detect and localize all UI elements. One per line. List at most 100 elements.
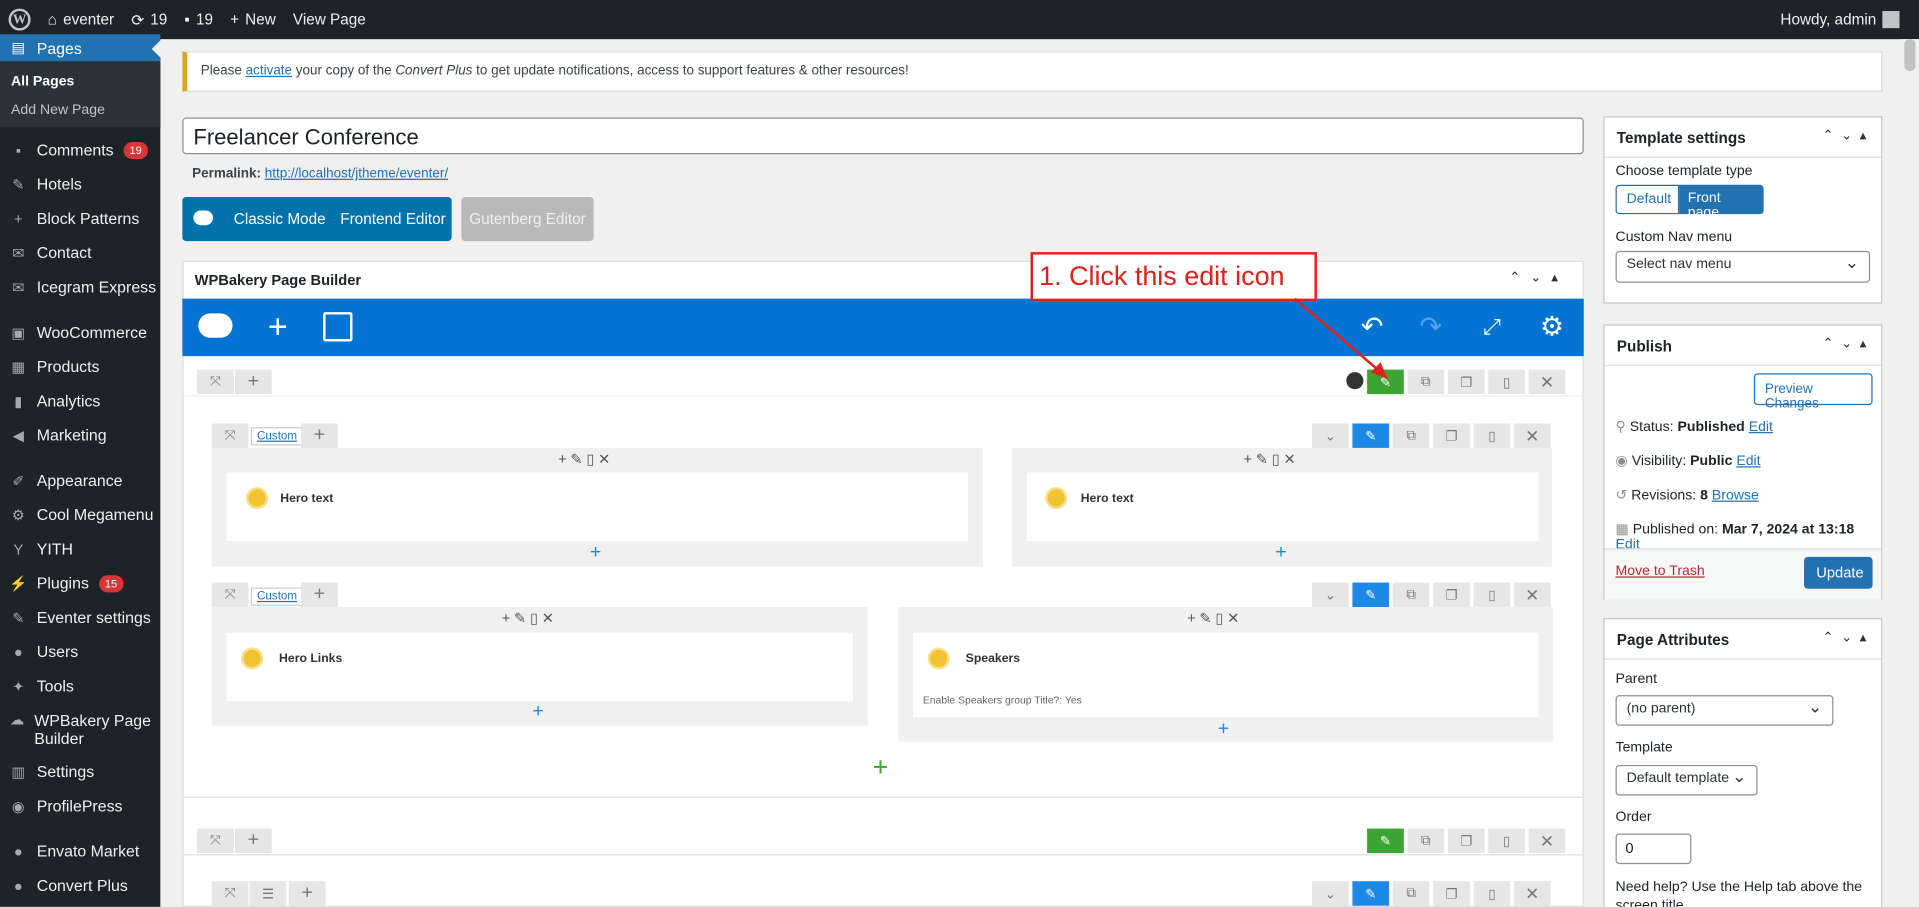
gutenberg-editor-button[interactable]: Gutenberg Editor bbox=[461, 197, 594, 242]
row-toggle-icon[interactable]: ⌄ bbox=[1312, 582, 1349, 608]
row-move-icon[interactable]: ⤧ bbox=[211, 423, 249, 448]
section-add-icon[interactable]: + bbox=[234, 828, 272, 854]
row-delete-icon[interactable]: ✕ bbox=[1513, 582, 1551, 608]
new-content-link[interactable]: + New bbox=[222, 0, 285, 39]
row-paste-icon[interactable]: ▯ bbox=[1473, 423, 1511, 448]
submenu-all-pages[interactable]: All Pages bbox=[11, 75, 74, 90]
row-paste-icon[interactable]: ▯ bbox=[1473, 582, 1511, 608]
section-clone-icon[interactable]: ⧉ bbox=[1407, 828, 1445, 854]
scrollbar-thumb[interactable] bbox=[1904, 39, 1916, 71]
menu-appearance[interactable]: ✐ Appearance bbox=[0, 471, 160, 489]
column-controls[interactable]: +✎▯✕ bbox=[1187, 610, 1243, 627]
templates-icon[interactable] bbox=[323, 312, 353, 342]
move-to-trash-link[interactable]: Move to Trash bbox=[1616, 564, 1705, 579]
row-add-column-icon[interactable]: + bbox=[288, 881, 326, 906]
element-hero-links[interactable]: Hero Links bbox=[226, 632, 854, 702]
section-clone-icon[interactable]: ⧉ bbox=[1407, 369, 1445, 395]
section-paste-icon[interactable]: ▯ bbox=[1488, 828, 1525, 854]
activate-link[interactable]: activate bbox=[246, 64, 292, 79]
scrollbar[interactable] bbox=[1900, 39, 1919, 907]
section-copy-icon[interactable]: ❐ bbox=[1447, 828, 1485, 854]
menu-envato-market[interactable]: ● Envato Market bbox=[0, 842, 160, 860]
menu-yith[interactable]: Y YITH bbox=[0, 540, 160, 558]
preview-changes-button[interactable]: Preview Changes bbox=[1753, 373, 1873, 411]
menu-plugins[interactable]: ⚡ Plugins 15 bbox=[0, 574, 160, 592]
column-add-element-icon[interactable]: + bbox=[1275, 542, 1286, 564]
menu-users[interactable]: ● Users bbox=[0, 643, 160, 661]
frontend-editor-button[interactable]: Frontend Editor bbox=[340, 211, 445, 228]
front-page-button[interactable]: Front page bbox=[1679, 184, 1764, 220]
template-select[interactable]: Default template bbox=[1615, 764, 1758, 796]
menu-wpbakery[interactable]: ☁ WPBakery Page Builder bbox=[0, 710, 153, 747]
menu-contact[interactable]: ✉ Contact bbox=[0, 244, 160, 262]
row-clone-icon[interactable]: ⧉ bbox=[1392, 582, 1430, 608]
section-move-icon[interactable]: ⤧ bbox=[197, 369, 234, 395]
row-copy-icon[interactable]: ❐ bbox=[1433, 582, 1470, 608]
column-controls[interactable]: +✎▯✕ bbox=[558, 450, 614, 467]
classic-mode-button[interactable]: Classic Mode bbox=[234, 211, 326, 228]
row-edit-icon[interactable]: ✎ bbox=[1352, 423, 1390, 448]
section-edit-icon[interactable]: ✎ bbox=[1367, 828, 1404, 854]
section-delete-icon[interactable]: ✕ bbox=[1528, 369, 1566, 395]
row-paste-icon[interactable]: ▯ bbox=[1473, 881, 1511, 906]
section-copy-icon[interactable]: ❐ bbox=[1447, 369, 1485, 395]
panel-ctrls[interactable]: ⌃⌄▴ bbox=[1822, 127, 1873, 144]
row-copy-icon[interactable]: ❐ bbox=[1433, 881, 1470, 906]
status-edit-link[interactable]: Edit bbox=[1749, 420, 1773, 435]
menu-cool-megamenu[interactable]: ⚙ Cool Megamenu bbox=[0, 505, 160, 523]
row-add-column-icon[interactable]: + bbox=[301, 423, 338, 448]
account-menu[interactable]: Howdy, admin bbox=[1772, 0, 1919, 39]
visibility-edit-link[interactable]: Edit bbox=[1736, 454, 1760, 469]
panel-ctrls[interactable]: ⌃⌄▴ bbox=[1822, 335, 1873, 352]
menu-settings[interactable]: ▥ Settings bbox=[0, 762, 160, 780]
add-row-icon[interactable]: + bbox=[873, 751, 889, 783]
row-edit-icon[interactable]: ✎ bbox=[1352, 881, 1390, 906]
row-move-icon[interactable]: ⤧ bbox=[211, 582, 249, 608]
row-copy-icon[interactable]: ❐ bbox=[1433, 423, 1470, 448]
view-page-link[interactable]: View Page bbox=[284, 0, 374, 39]
section-delete-icon[interactable]: ✕ bbox=[1528, 828, 1566, 854]
update-button[interactable]: Update bbox=[1804, 556, 1873, 589]
menu-block-patterns[interactable]: + Block Patterns bbox=[0, 209, 160, 227]
menu-profilepress[interactable]: ◉ ProfilePress bbox=[0, 797, 160, 815]
row-clone-icon[interactable]: ⧉ bbox=[1392, 881, 1430, 906]
row-layout-custom[interactable]: Custom bbox=[250, 427, 304, 446]
row-delete-icon[interactable]: ✕ bbox=[1513, 881, 1551, 906]
fullscreen-icon[interactable]: ⤢ bbox=[1476, 311, 1508, 343]
menu-convert-plus[interactable]: ● Convert Plus bbox=[0, 876, 160, 894]
panel-ctrls[interactable]: ⌃⌄▴ bbox=[1822, 629, 1873, 645]
post-title-input[interactable]: Freelancer Conference bbox=[182, 117, 1584, 155]
menu-hotels[interactable]: ✎ Hotels bbox=[0, 175, 160, 193]
column-add-element-icon[interactable]: + bbox=[1218, 718, 1229, 740]
row-delete-icon[interactable]: ✕ bbox=[1513, 423, 1551, 448]
menu-marketing[interactable]: ◀ Marketing bbox=[0, 426, 160, 444]
menu-tools[interactable]: ✦ Tools bbox=[0, 677, 160, 695]
menu-icegram-express[interactable]: ✉ Icegram Express bbox=[0, 278, 160, 296]
column-controls[interactable]: +✎▯✕ bbox=[1243, 450, 1299, 467]
menu-eventer-settings[interactable]: ✎ Eventer settings bbox=[0, 608, 160, 626]
column-add-element-icon[interactable]: + bbox=[590, 542, 601, 564]
column-controls[interactable]: +✎▯✕ bbox=[502, 610, 558, 627]
row-clone-icon[interactable]: ⧉ bbox=[1392, 423, 1430, 448]
section-paste-icon[interactable]: ▯ bbox=[1488, 369, 1525, 395]
row-toggle-icon[interactable]: ⌄ bbox=[1312, 881, 1349, 906]
element-speakers[interactable]: Speakers Enable Speakers group Title?: Ye… bbox=[913, 632, 1539, 718]
row-layout-custom[interactable]: Custom bbox=[250, 587, 304, 606]
element-hero-text-2[interactable]: Hero text bbox=[1026, 472, 1539, 541]
column-add-element-icon[interactable]: + bbox=[532, 701, 543, 723]
metabox-ctrls[interactable]: ⌃⌄▴ bbox=[1509, 269, 1568, 285]
add-element-icon[interactable]: + bbox=[262, 307, 294, 345]
menu-woocommerce[interactable]: ▣ WooCommerce bbox=[0, 323, 160, 341]
section-add-icon[interactable]: + bbox=[234, 369, 272, 395]
submenu-add-new-page[interactable]: Add New Page bbox=[11, 103, 105, 118]
settings-gear-icon[interactable]: ⚙ bbox=[1536, 311, 1568, 343]
row-edit-icon[interactable]: ✎ bbox=[1352, 582, 1390, 608]
row-move-icon[interactable]: ⤧ bbox=[211, 881, 249, 906]
comments-link[interactable]: ▪ 19 bbox=[176, 0, 222, 39]
row-add-column-icon[interactable]: + bbox=[301, 582, 338, 608]
menu-analytics[interactable]: ▮ Analytics bbox=[0, 392, 160, 410]
menu-comments[interactable]: ▪ Comments 19 bbox=[0, 141, 160, 159]
browse-revisions-link[interactable]: Browse bbox=[1712, 488, 1759, 503]
row-toggle-icon[interactable]: ⌄ bbox=[1312, 423, 1349, 448]
row-layout-icon[interactable]: ☰ bbox=[249, 881, 287, 906]
